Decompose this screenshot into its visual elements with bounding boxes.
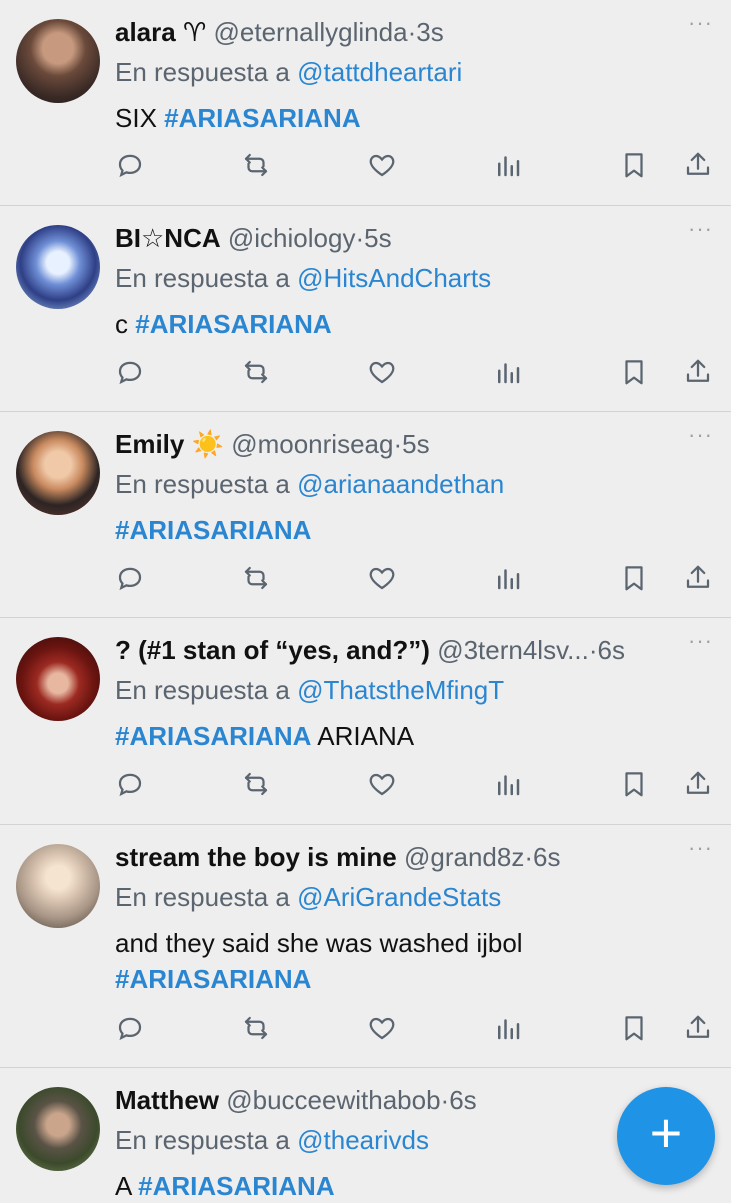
views-icon[interactable] [493, 1013, 525, 1045]
reply-mention[interactable]: @arianaandethan [297, 469, 504, 499]
more-options-icon[interactable]: ··· [688, 630, 713, 652]
like-icon[interactable] [367, 563, 399, 595]
user-handle[interactable]: @3tern4lsv... [437, 635, 589, 665]
tweet-text: A [115, 1171, 139, 1201]
reply-icon[interactable] [115, 150, 147, 182]
tweet[interactable]: BI☆NCA @ichiology·5s En respuesta a @Hit… [0, 206, 731, 412]
tweet-text: c [115, 309, 136, 339]
reply-label: En respuesta a [115, 1125, 290, 1155]
retweet-icon[interactable] [241, 769, 273, 801]
timestamp[interactable]: 6s [449, 1085, 476, 1115]
user-handle[interactable]: @moonriseag [231, 429, 393, 459]
avatar[interactable] [16, 637, 100, 721]
like-icon[interactable] [367, 357, 399, 389]
more-options-icon[interactable]: ··· [688, 837, 713, 859]
tweet[interactable]: stream the boy is mine @grand8z·6s En re… [0, 825, 731, 1068]
reply-mention[interactable]: @tattdheartari [297, 57, 462, 87]
reply-icon[interactable] [115, 563, 147, 595]
compose-button[interactable]: + [617, 1087, 715, 1185]
display-name[interactable]: alara ♈︎ [115, 17, 206, 47]
bookmark-icon[interactable] [619, 150, 651, 182]
reply-label: En respuesta a [115, 882, 290, 912]
views-icon[interactable] [493, 150, 525, 182]
bookmark-icon[interactable] [619, 769, 651, 801]
avatar[interactable] [16, 1087, 100, 1171]
timestamp[interactable]: 6s [533, 842, 560, 872]
share-icon[interactable] [683, 357, 715, 389]
tweet[interactable]: Emily ☀️ @moonriseag·5s En respuesta a @… [0, 412, 731, 618]
retweet-icon[interactable] [241, 1013, 273, 1045]
reply-icon[interactable] [115, 357, 147, 389]
tweet-text: and they said she was washed ijbol [115, 928, 523, 958]
user-handle[interactable]: @eternallyglinda [214, 17, 408, 47]
reply-label: En respuesta a [115, 675, 290, 705]
retweet-icon[interactable] [241, 357, 273, 389]
hashtag[interactable]: #ARIASARIANA [115, 964, 311, 994]
share-icon[interactable] [683, 1013, 715, 1045]
timestamp[interactable]: 3s [416, 17, 443, 47]
separator-dot: · [588, 635, 598, 665]
tweet-text: ARIANA [311, 721, 415, 751]
avatar[interactable] [16, 225, 100, 309]
reply-mention[interactable]: @thearivds [297, 1125, 429, 1155]
plus-icon: + [649, 1101, 683, 1164]
reply-mention[interactable]: @AriGrandeStats [297, 882, 501, 912]
bookmark-icon[interactable] [619, 1013, 651, 1045]
more-options-icon[interactable]: ··· [688, 12, 713, 34]
display-name[interactable]: Emily ☀️ [115, 429, 224, 459]
user-handle[interactable]: @grand8z [404, 842, 524, 872]
separator-dot: · [393, 429, 403, 459]
tweet-text: SIX [115, 103, 165, 133]
reply-icon[interactable] [115, 1013, 147, 1045]
hashtag[interactable]: #ARIASARIANA [164, 103, 360, 133]
avatar[interactable] [16, 844, 100, 928]
views-icon[interactable] [493, 357, 525, 389]
avatar[interactable] [16, 431, 100, 515]
display-name[interactable]: BI☆NCA [115, 223, 221, 253]
like-icon[interactable] [367, 150, 399, 182]
display-name[interactable]: Matthew [115, 1085, 219, 1115]
retweet-icon[interactable] [241, 563, 273, 595]
share-icon[interactable] [683, 150, 715, 182]
views-icon[interactable] [493, 769, 525, 801]
timestamp[interactable]: 5s [364, 223, 391, 253]
separator-dot: · [440, 1085, 450, 1115]
reply-label: En respuesta a [115, 469, 290, 499]
tweet[interactable]: alara ♈︎ @eternallyglinda·3s En respuest… [0, 0, 731, 206]
share-icon[interactable] [683, 563, 715, 595]
display-name[interactable]: ? (#1 stan of “yes, and?”) [115, 635, 430, 665]
user-handle[interactable]: @ichiology [228, 223, 356, 253]
like-icon[interactable] [367, 769, 399, 801]
display-name[interactable]: stream the boy is mine [115, 842, 397, 872]
reply-mention[interactable]: @HitsAndCharts [297, 263, 491, 293]
timestamp[interactable]: 5s [402, 429, 429, 459]
reply-mention[interactable]: @ThatstheMfingT [297, 675, 504, 705]
bookmark-icon[interactable] [619, 563, 651, 595]
timestamp[interactable]: 6s [598, 635, 625, 665]
separator-dot: · [355, 223, 365, 253]
separator-dot: · [524, 842, 534, 872]
user-handle[interactable]: @bucceewithabob [226, 1085, 440, 1115]
avatar[interactable] [16, 19, 100, 103]
separator-dot: · [407, 17, 417, 47]
like-icon[interactable] [367, 1013, 399, 1045]
views-icon[interactable] [493, 563, 525, 595]
hashtag[interactable]: #ARIASARIANA [115, 515, 311, 545]
hashtag[interactable]: #ARIASARIANA [115, 721, 311, 751]
reply-label: En respuesta a [115, 263, 290, 293]
retweet-icon[interactable] [241, 150, 273, 182]
reply-label: En respuesta a [115, 57, 290, 87]
hashtag[interactable]: #ARIASARIANA [138, 1171, 334, 1201]
more-options-icon[interactable]: ··· [688, 424, 713, 446]
share-icon[interactable] [683, 769, 715, 801]
bookmark-icon[interactable] [619, 357, 651, 389]
more-options-icon[interactable]: ··· [688, 218, 713, 240]
tweet[interactable]: ? (#1 stan of “yes, and?”) @3tern4lsv...… [0, 618, 731, 825]
hashtag[interactable]: #ARIASARIANA [135, 309, 331, 339]
reply-icon[interactable] [115, 769, 147, 801]
